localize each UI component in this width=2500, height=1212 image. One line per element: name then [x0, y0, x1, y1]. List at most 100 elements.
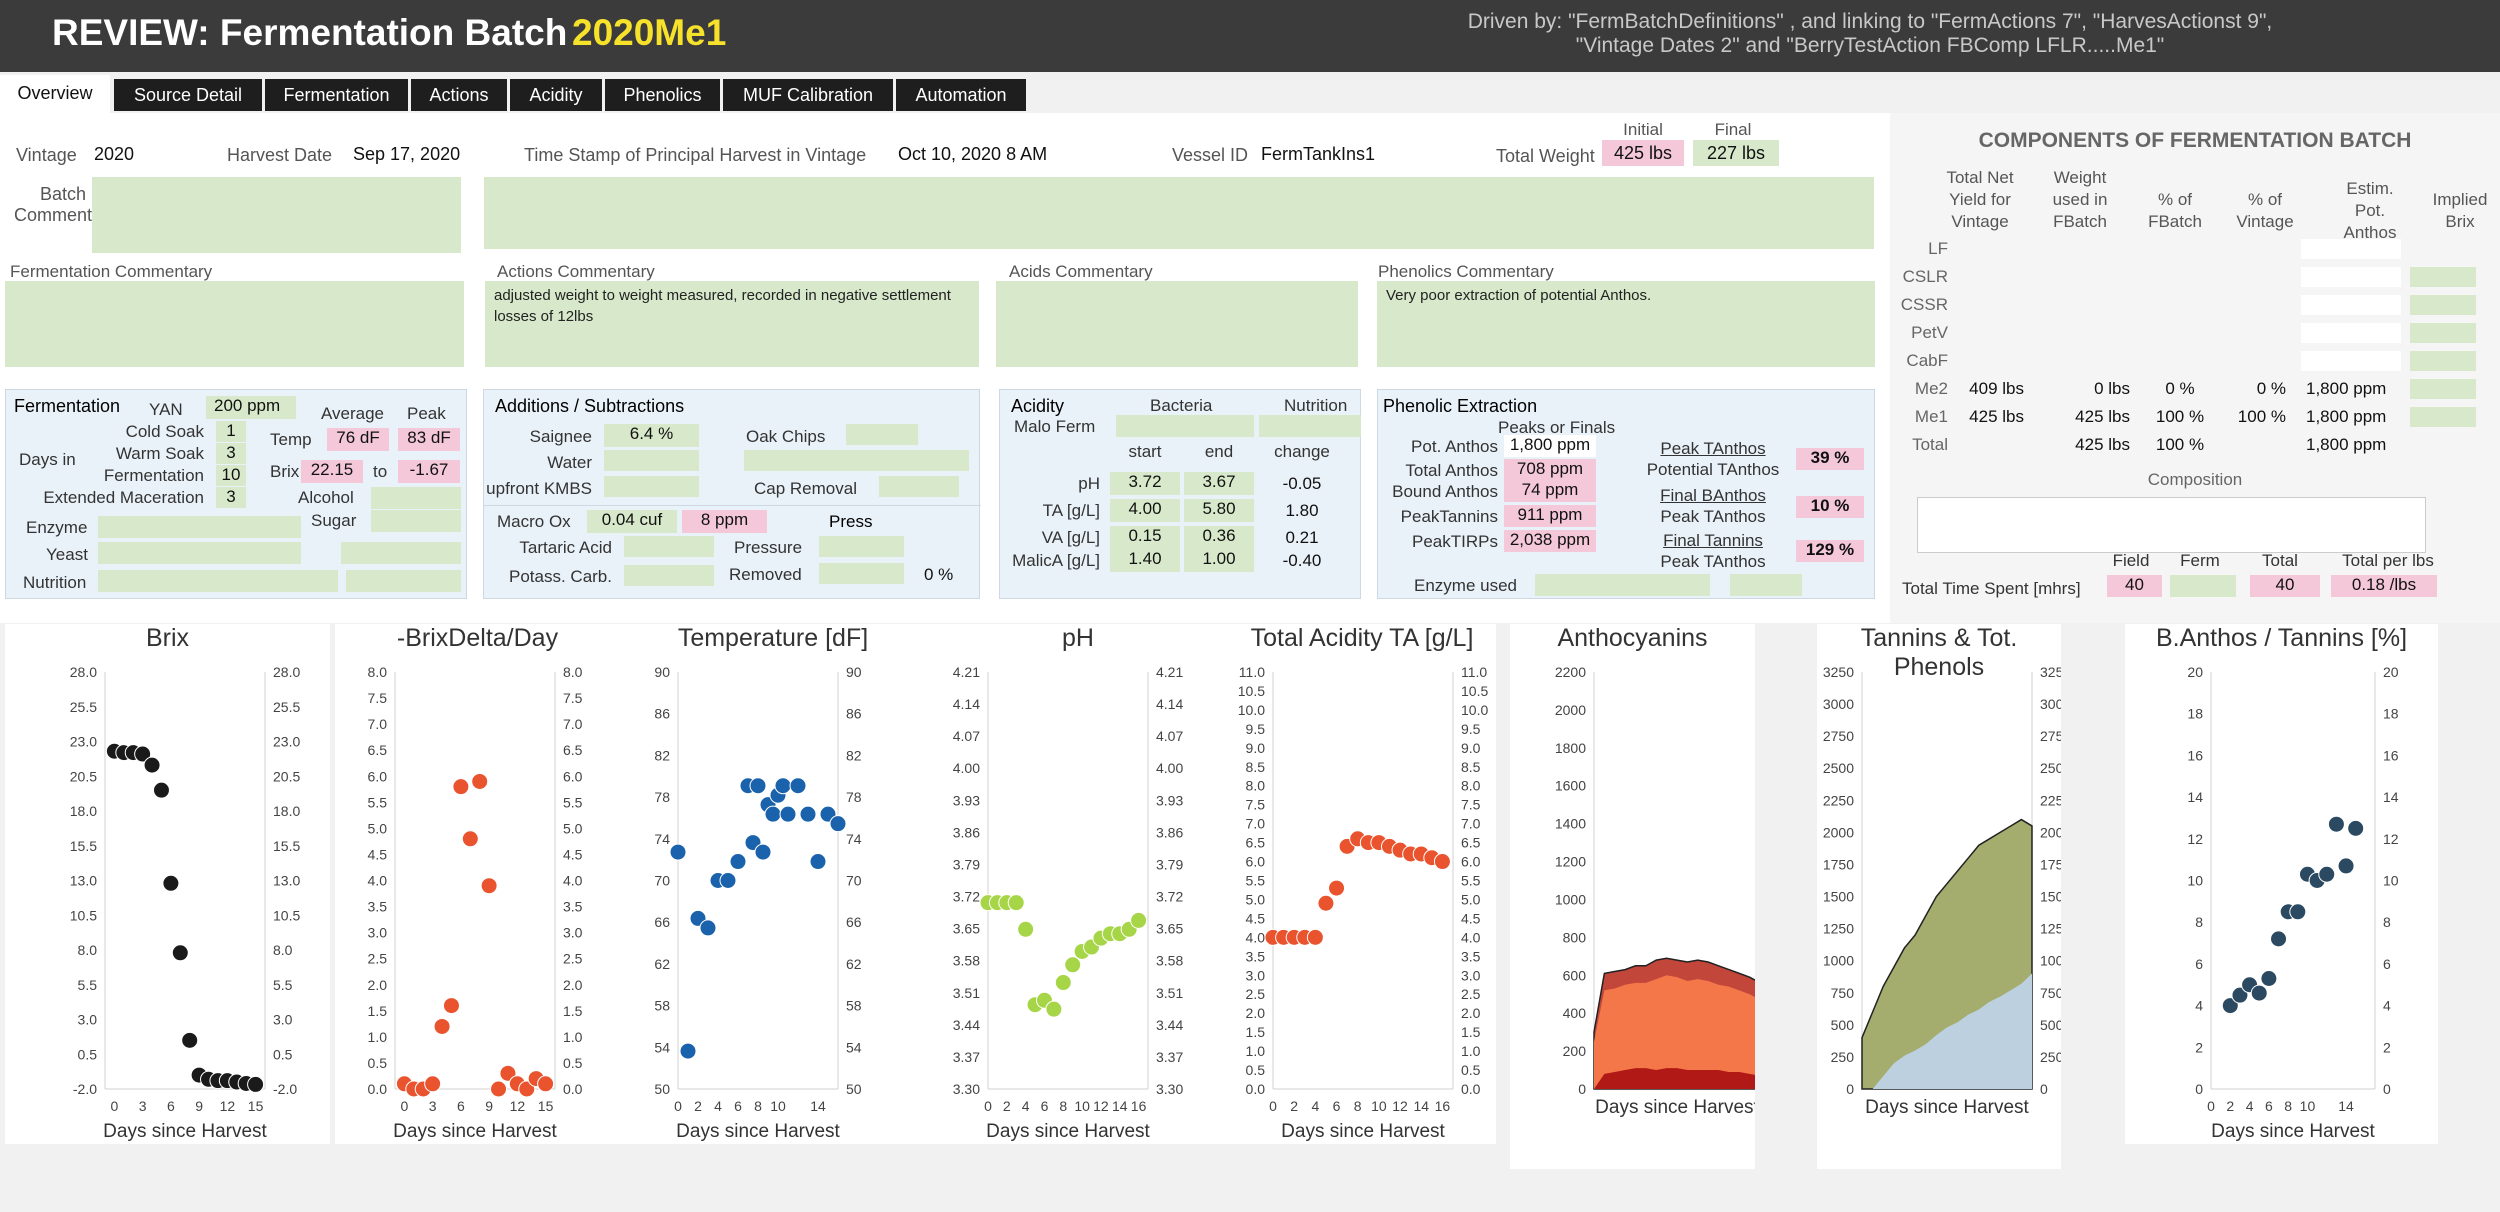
y-tick-label: 5.5	[1246, 873, 1266, 889]
initial-weight[interactable]: 425 lbs	[1602, 140, 1684, 166]
ph-end[interactable]: 3.67	[1184, 472, 1254, 495]
y2-tick-label: 5.0	[563, 820, 583, 836]
nutrition-field[interactable]	[98, 570, 338, 592]
total-anthos-value[interactable]: 708 ppm	[1504, 459, 1596, 481]
peak-tirps-value[interactable]: 2,038 ppm	[1504, 530, 1596, 552]
fermentation-days[interactable]: 10	[216, 465, 246, 486]
chart-svg: 11.0 11.0 10.5 10.5 10.0 10.0 9.5 9.5 9.0 9.0 8.5 8…	[1238, 664, 1489, 1142]
malic-start[interactable]: 1.40	[1110, 549, 1180, 572]
extended-maceration-days[interactable]: 3	[216, 487, 246, 508]
tab-overview[interactable]: Overview	[0, 75, 110, 113]
implied-brix-cell[interactable]	[2410, 323, 2476, 343]
brix-to[interactable]: -1.67	[398, 460, 460, 483]
y-tick-label: 4.14	[953, 696, 980, 712]
tab-acidity[interactable]: Acidity	[510, 79, 602, 111]
temp-peak[interactable]: 83 dF	[398, 428, 460, 451]
tab-actions[interactable]: Actions	[411, 79, 507, 111]
potass-carb-field[interactable]	[624, 565, 714, 586]
implied-brix-cell[interactable]	[2410, 379, 2476, 399]
implied-brix-cell[interactable]	[2410, 351, 2476, 371]
implied-brix-cell[interactable]	[2410, 295, 2476, 315]
oak-chips-field-2[interactable]	[744, 450, 969, 471]
temp-average[interactable]: 76 dF	[327, 428, 389, 451]
yeast-field-2[interactable]	[341, 542, 461, 564]
ta-end[interactable]: 5.80	[1184, 499, 1254, 522]
ph-start[interactable]: 3.72	[1110, 472, 1180, 495]
acids-commentary-field[interactable]	[996, 281, 1358, 367]
enzyme-field[interactable]	[98, 516, 301, 538]
y2-tick-label: 4.14	[1156, 696, 1183, 712]
anthos-cell[interactable]	[2301, 351, 2401, 371]
y-tick-label: 4.21	[953, 664, 980, 680]
ferm-time[interactable]	[2170, 575, 2236, 597]
enzyme-used-field-2[interactable]	[1730, 574, 1802, 596]
implied-brix-cell[interactable]	[2410, 267, 2476, 287]
va-start[interactable]: 0.15	[1110, 526, 1180, 549]
x-tick-label: 14	[1413, 1098, 1429, 1114]
x-tick-label: 0	[111, 1098, 119, 1114]
macro-ox-value-2[interactable]: 8 ppm	[682, 510, 767, 533]
y2-tick-label: 0.5	[563, 1055, 583, 1071]
cold-soak-days[interactable]: 1	[216, 421, 246, 442]
batch-comment-field[interactable]	[92, 177, 461, 253]
peak-tannins-value[interactable]: 911 ppm	[1504, 505, 1596, 527]
malo-nutrition-field[interactable]	[1259, 415, 1361, 437]
y-tick-label: 9.5	[1246, 721, 1266, 737]
field-time[interactable]: 40	[2107, 575, 2162, 597]
final-weight[interactable]: 227 lbs	[1693, 140, 1779, 166]
va-end[interactable]: 0.36	[1184, 526, 1254, 549]
water-field[interactable]	[604, 450, 699, 471]
y2-tick-label: 20.5	[273, 768, 300, 784]
sugar-field[interactable]	[371, 510, 461, 532]
yan-value[interactable]: 200 ppm	[206, 396, 296, 419]
warm-soak-days[interactable]: 3	[216, 443, 246, 464]
anthos-cell[interactable]	[2301, 239, 2401, 259]
chart-svg: 2200220020002000180018001600160014001400…	[1555, 664, 1755, 1118]
time-per-lbs[interactable]: 0.18 /lbs	[2331, 575, 2437, 597]
tab-phenolics[interactable]: Phenolics	[605, 79, 720, 111]
batch-comment-field-2[interactable]	[484, 177, 1874, 249]
ta-start[interactable]: 4.00	[1110, 499, 1180, 522]
table-row: PetV	[1890, 321, 2500, 349]
total-time[interactable]: 40	[2250, 575, 2320, 597]
y2-tick-label: 750	[2040, 985, 2061, 1001]
bound-anthos-value[interactable]: 74 ppm	[1504, 480, 1596, 502]
enzyme-used-field[interactable]	[1535, 574, 1710, 596]
ratio3-value[interactable]: 129 %	[1796, 540, 1864, 562]
pot-anthos-value[interactable]: 1,800 ppm	[1504, 435, 1596, 457]
implied-brix-cell[interactable]	[2410, 407, 2476, 427]
cap-removal-field[interactable]	[879, 476, 959, 497]
actions-commentary-text: adjusted weight to weight measured, reco…	[494, 287, 951, 325]
y-tick-label: 8	[2195, 914, 2203, 930]
phenolics-commentary-field[interactable]: Very poor extraction of potential Anthos…	[1377, 281, 1875, 367]
pressure-field[interactable]	[819, 536, 904, 557]
oak-chips-field[interactable]	[846, 424, 918, 445]
tab-automation[interactable]: Automation	[896, 79, 1026, 111]
tab-source-detail[interactable]: Source Detail	[114, 79, 262, 111]
macro-ox-value-1[interactable]: 0.04 cuf	[587, 510, 677, 533]
anthos-cell[interactable]	[2301, 323, 2401, 343]
saignee-value[interactable]: 6.4 %	[604, 424, 699, 447]
malic-end[interactable]: 1.00	[1184, 549, 1254, 572]
anthos-cell[interactable]	[2301, 267, 2401, 287]
tartaric-acid-field[interactable]	[624, 536, 714, 557]
malo-bacteria-field[interactable]	[1116, 415, 1254, 437]
ratio2-value[interactable]: 10 %	[1796, 496, 1864, 518]
tab-fermentation[interactable]: Fermentation	[265, 79, 408, 111]
ratio1-value[interactable]: 39 %	[1796, 448, 1864, 470]
tab-muf-calibration[interactable]: MUF Calibration	[723, 79, 893, 111]
x-tick-label: 6	[734, 1098, 742, 1114]
anthos-cell[interactable]	[2301, 295, 2401, 315]
chart-0: Brix 28.0 28.0 25.5 25.5 23.0 23.0 20.5 20.5 18.0…	[5, 624, 330, 1144]
y-tick-label: 5.0	[1246, 891, 1266, 907]
brix-from[interactable]: 22.15	[301, 460, 363, 483]
fermentation-commentary-field[interactable]	[5, 281, 464, 367]
nutrition-field-2[interactable]	[346, 570, 461, 592]
kmbs-field[interactable]	[604, 476, 699, 497]
removed-field[interactable]	[819, 563, 904, 584]
yeast-field[interactable]	[98, 542, 301, 564]
composition-field[interactable]	[1917, 497, 2426, 553]
actions-commentary-field[interactable]: adjusted weight to weight measured, reco…	[485, 281, 979, 367]
alcohol-field[interactable]	[371, 487, 461, 509]
y-tick-label: 10.5	[1238, 683, 1265, 699]
